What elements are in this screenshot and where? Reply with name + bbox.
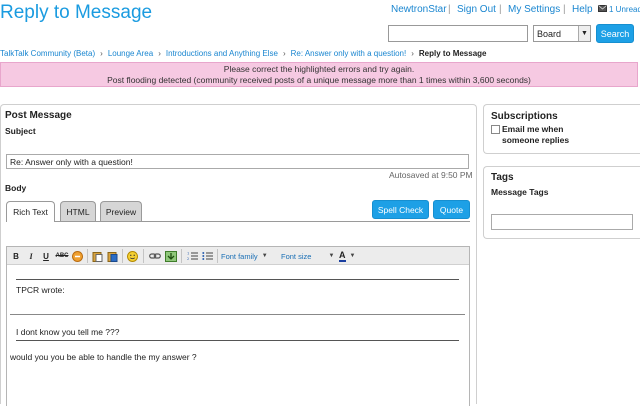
toolbar-divider	[143, 249, 144, 263]
quote-body: I dont know you tell me ???	[16, 327, 120, 337]
subject-label: Subject	[5, 126, 36, 136]
chevron-down-icon: ▼	[578, 26, 590, 41]
email-notify-label[interactable]: Email me when someone replies	[502, 124, 569, 146]
chevron-down-icon: ▼	[328, 253, 335, 259]
breadcrumb-item[interactable]: Lounge Area	[108, 49, 153, 58]
unread-count: 1 Unread	[609, 5, 640, 14]
chevron-down-icon: ▼	[349, 253, 356, 259]
toolbar-divider	[181, 249, 182, 263]
error-banner: Please correct the highlighted errors an…	[0, 62, 638, 87]
my-settings-link[interactable]: My Settings	[508, 4, 560, 15]
message-tags-label: Message Tags	[491, 187, 549, 197]
clear-format-icon[interactable]	[71, 250, 83, 262]
post-message-heading: Post Message	[5, 110, 72, 121]
chevron-right-icon: ›	[411, 49, 414, 58]
subscriptions-title: Subscriptions	[491, 111, 558, 122]
search-scope-value: Board	[537, 28, 562, 39]
chevron-right-icon: ›	[100, 49, 103, 58]
chevron-right-icon: ›	[282, 49, 286, 58]
tab-rich-text[interactable]: Rich Text	[6, 201, 55, 222]
underline-button[interactable]: U	[41, 250, 51, 262]
svg-text:2: 2	[187, 257, 189, 261]
smiley-icon[interactable]	[126, 250, 139, 262]
link-icon[interactable]	[148, 250, 161, 262]
quote-author: TPCR wrote:	[16, 285, 65, 295]
sign-out-link[interactable]: Sign Out	[457, 4, 496, 15]
bullet-list-icon[interactable]	[201, 250, 213, 262]
envelope-icon	[598, 5, 607, 14]
error-message: Please correct the highlighted errors an…	[223, 64, 415, 74]
breadcrumb-item[interactable]: Introductions and Anything Else	[166, 49, 278, 58]
breadcrumb: TalkTalk Community (Beta) › Lounge Area …	[0, 49, 486, 58]
quote-divider	[16, 340, 459, 341]
strikethrough-button[interactable]: ABC	[55, 250, 69, 262]
quote-divider	[10, 314, 465, 315]
font-family-select[interactable]: Font family ▼	[221, 249, 276, 263]
italic-button[interactable]: I	[26, 250, 36, 262]
toolbar-divider	[217, 249, 218, 263]
help-link[interactable]: Help	[572, 4, 593, 15]
chevron-right-icon: ›	[158, 49, 161, 58]
user-link[interactable]: NewtronStar	[391, 4, 447, 15]
breadcrumb-item[interactable]: Re: Answer only with a question!	[291, 49, 407, 58]
spell-check-button[interactable]: Spell Check	[372, 200, 429, 219]
toolbar-divider	[87, 249, 88, 263]
message-tags-input[interactable]	[491, 214, 633, 230]
tab-html[interactable]: HTML	[60, 201, 96, 221]
search-button[interactable]: Search	[596, 24, 634, 43]
subject-field[interactable]: Re: Answer only with a question!	[6, 154, 469, 169]
font-size-label: Font size	[281, 251, 312, 261]
rich-text-editor[interactable]	[6, 246, 470, 406]
text-color-button[interactable]: A ▼	[339, 249, 359, 263]
tags-title: Tags	[491, 172, 514, 183]
error-detail: Post flooding detected (community receiv…	[107, 75, 531, 85]
page-title: Reply to Message	[0, 2, 153, 23]
paste-icon[interactable]	[91, 250, 103, 262]
image-icon[interactable]	[164, 250, 177, 262]
link-separator: |	[448, 4, 451, 15]
quote-divider	[16, 279, 459, 280]
font-family-label: Font family	[221, 251, 258, 261]
email-notify-label-line: Email me when	[502, 124, 564, 134]
chevron-down-icon: ▼	[261, 253, 268, 259]
breadcrumb-current: Reply to Message	[418, 49, 487, 58]
search-input[interactable]	[388, 25, 528, 42]
font-size-select[interactable]: Font size ▼	[281, 249, 336, 263]
breadcrumb-item[interactable]: TalkTalk Community (Beta)	[0, 49, 95, 58]
link-separator: |	[499, 4, 502, 15]
tab-preview[interactable]: Preview	[100, 201, 142, 221]
email-notify-checkbox[interactable]	[491, 125, 500, 134]
unread-link[interactable]: 1 Unread	[598, 5, 640, 14]
text-color-icon: A	[339, 249, 346, 262]
numbered-list-icon[interactable]: 12	[186, 250, 198, 262]
autosave-status: Autosaved at 9:50 PM	[389, 170, 473, 180]
reply-text[interactable]: would you you be able to handle the my a…	[10, 352, 197, 362]
tabs-divider	[6, 221, 470, 222]
paste-word-icon[interactable]	[106, 250, 118, 262]
svg-text:1: 1	[187, 252, 189, 256]
body-label: Body	[5, 183, 27, 193]
email-notify-label-line: someone replies	[502, 135, 570, 145]
bold-button[interactable]: B	[11, 250, 21, 262]
search-scope-select[interactable]: Board ▼	[533, 25, 591, 42]
toolbar-divider	[122, 249, 123, 263]
quote-button[interactable]: Quote	[433, 200, 470, 219]
link-separator: |	[563, 4, 566, 15]
